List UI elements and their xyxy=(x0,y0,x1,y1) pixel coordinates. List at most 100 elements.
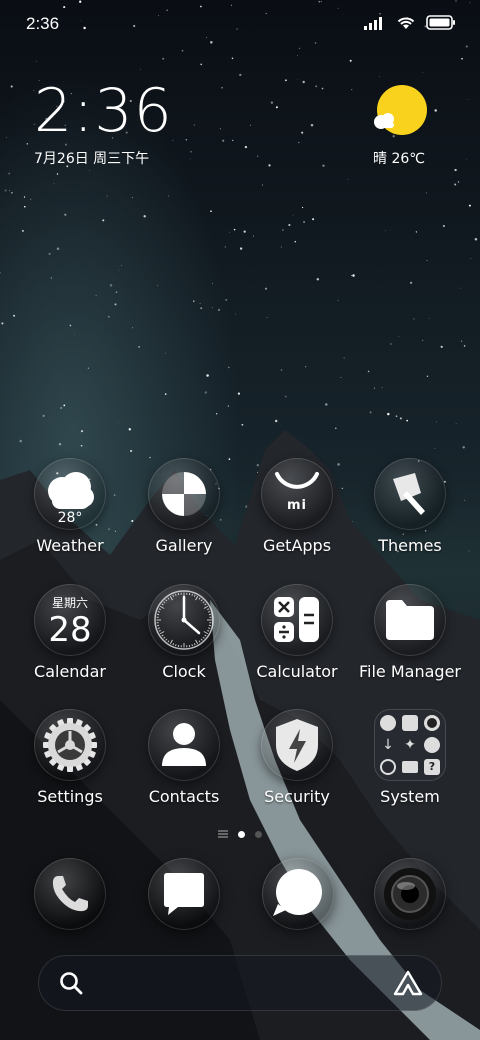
app-label-file-manager: File Manager xyxy=(359,662,461,681)
app-getapps[interactable]: mi GetApps xyxy=(237,458,357,555)
battery-icon xyxy=(426,15,455,30)
clock-tick xyxy=(157,611,160,613)
app-file-manager[interactable]: File Manager xyxy=(350,584,470,681)
star xyxy=(23,196,26,198)
sunny-icon xyxy=(374,85,427,135)
clock-tick xyxy=(202,601,205,604)
star xyxy=(80,444,83,447)
assistant-icon[interactable] xyxy=(392,969,424,997)
app-label-themes: Themes xyxy=(378,536,442,555)
star xyxy=(460,340,463,342)
app-security[interactable]: Security xyxy=(237,709,357,806)
star xyxy=(399,417,402,420)
star xyxy=(157,285,158,287)
system-folder-icon: ↓ ✦ ? xyxy=(374,709,446,781)
app-weather[interactable]: 28° Weather xyxy=(10,458,130,555)
star xyxy=(455,423,457,424)
app-calculator[interactable]: Calculator xyxy=(237,584,357,681)
star xyxy=(6,136,7,138)
star xyxy=(321,87,324,90)
star xyxy=(264,287,268,290)
calculator-icon xyxy=(274,597,319,642)
star xyxy=(268,164,271,167)
app-clock[interactable]: Clock xyxy=(124,584,244,681)
star xyxy=(373,387,375,389)
star xyxy=(298,141,300,144)
star xyxy=(53,183,55,185)
dock-phone[interactable] xyxy=(34,858,106,930)
app-themes[interactable]: Themes xyxy=(350,458,470,555)
dock-browser[interactable] xyxy=(262,858,334,930)
star xyxy=(352,274,355,277)
signal-icon xyxy=(364,16,382,30)
star xyxy=(59,406,63,410)
star xyxy=(351,275,353,277)
star xyxy=(312,218,315,221)
clock-tick xyxy=(198,597,201,600)
app-calendar[interactable]: 星期六 28 Calendar xyxy=(10,584,130,681)
star xyxy=(140,68,142,70)
clock-widget[interactable]: 2:36 7月26日 周三下午 xyxy=(34,76,173,168)
star xyxy=(369,411,372,414)
star xyxy=(221,86,223,89)
star xyxy=(131,196,134,199)
star xyxy=(234,313,236,315)
star xyxy=(217,308,221,312)
star xyxy=(297,55,298,57)
clock-widget-date: 7月26日 周三下午 xyxy=(34,151,150,167)
star xyxy=(316,278,320,281)
star xyxy=(199,302,201,304)
star xyxy=(21,229,24,232)
star xyxy=(422,339,424,341)
star xyxy=(56,247,60,251)
clock-tick xyxy=(193,643,196,646)
star xyxy=(200,307,203,310)
wifi-icon xyxy=(397,17,415,29)
page-indicator xyxy=(0,830,480,838)
page-dot xyxy=(255,830,262,838)
star xyxy=(413,318,415,320)
folder-app-download-icon: ↓ xyxy=(382,737,394,753)
star xyxy=(164,393,167,395)
star xyxy=(87,367,89,369)
star xyxy=(212,307,214,309)
star xyxy=(80,430,84,433)
star xyxy=(379,76,380,77)
star xyxy=(292,214,294,216)
star xyxy=(262,184,264,186)
app-settings[interactable]: Settings xyxy=(10,709,130,806)
clock-tick xyxy=(158,608,161,611)
search-bar[interactable] xyxy=(38,955,442,1011)
star xyxy=(343,357,345,359)
app-label-calculator: Calculator xyxy=(256,662,338,681)
star xyxy=(284,79,287,82)
clock-tick xyxy=(200,599,203,602)
search-icon[interactable] xyxy=(58,970,84,996)
star xyxy=(274,419,278,423)
clock-tick xyxy=(159,631,165,635)
weather-widget[interactable]: 晴 26℃ xyxy=(354,82,444,168)
star xyxy=(426,375,429,377)
star xyxy=(48,252,51,255)
star xyxy=(225,298,228,301)
clock-tick xyxy=(198,640,201,643)
clock-tick xyxy=(208,611,211,613)
dock-camera[interactable] xyxy=(374,858,446,930)
star xyxy=(102,219,105,222)
star xyxy=(237,392,240,395)
star xyxy=(107,315,110,318)
star xyxy=(297,79,298,81)
star xyxy=(206,374,209,377)
star xyxy=(425,192,427,194)
star xyxy=(406,419,409,422)
star xyxy=(302,220,306,224)
person-icon xyxy=(162,723,206,766)
star xyxy=(351,89,353,91)
app-gallery[interactable]: Gallery xyxy=(124,458,244,555)
app-contacts[interactable]: Contacts xyxy=(124,709,244,806)
star xyxy=(231,57,234,60)
dock-messages[interactable] xyxy=(148,858,220,930)
app-system-folder[interactable]: ↓ ✦ ? System xyxy=(350,709,470,806)
clock-tick xyxy=(202,636,205,639)
star xyxy=(474,237,478,241)
